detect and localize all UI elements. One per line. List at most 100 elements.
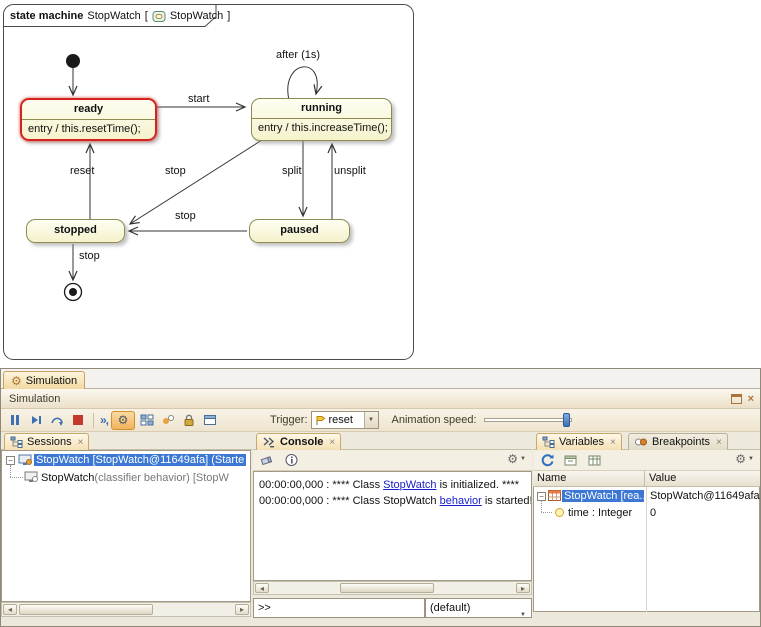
toolbar-overflow-chevrons[interactable]: »,: [100, 413, 108, 427]
console-settings-button[interactable]: ⚙▼: [507, 452, 526, 466]
label-reset[interactable]: reset: [70, 165, 94, 177]
variables-row-object[interactable]: StopWatch [rea...: [562, 490, 644, 502]
tab-breakpoints[interactable]: Breakpoints ×: [628, 433, 728, 450]
state-paused[interactable]: paused: [249, 219, 350, 243]
tab-breakpoints-close-icon[interactable]: ×: [716, 437, 722, 448]
tab-variables-close-icon[interactable]: ×: [610, 437, 616, 448]
scroll-left-button[interactable]: ◂: [255, 583, 269, 593]
object-icon: [548, 490, 561, 502]
initial-pseudostate[interactable]: [66, 54, 80, 68]
variables-row-time-name[interactable]: time : Integer: [568, 507, 632, 519]
column-separator[interactable]: [646, 487, 647, 612]
state-running[interactable]: running entry / this.increaseTime();: [251, 98, 392, 141]
sessions-tree: − StopWatch [StopWatch@11649afa] (Starte…: [1, 450, 251, 602]
trigger-combobox[interactable]: reset ▼: [311, 411, 379, 429]
export-icon[interactable]: [562, 451, 580, 469]
tab-variables[interactable]: Variables ×: [536, 433, 622, 450]
label-stop-paused[interactable]: stop: [175, 210, 196, 222]
clear-console-icon[interactable]: [258, 451, 276, 469]
scroll-right-button[interactable]: ▸: [516, 583, 530, 593]
session-child-row[interactable]: StopWatch(classifier behavior) [StopW: [41, 472, 249, 484]
console-line2-link[interactable]: behavior: [440, 495, 482, 507]
simulation-gear-icon: ⚙: [11, 374, 22, 388]
tab-simulation[interactable]: ⚙ Simulation: [3, 371, 85, 389]
variables-tree-icon: [542, 436, 555, 448]
label-after[interactable]: after (1s): [276, 49, 320, 61]
state-stopped[interactable]: stopped: [26, 219, 125, 243]
lock-icon[interactable]: [180, 411, 198, 429]
animation-dots-icon[interactable]: [159, 411, 177, 429]
console-mode-value: (default): [430, 602, 470, 614]
tab-sessions[interactable]: Sessions ×: [4, 433, 89, 450]
console-line1-link[interactable]: StopWatch: [383, 479, 436, 491]
label-stop-running[interactable]: stop: [165, 165, 186, 177]
simulation-panel-header: Simulation ×: [1, 389, 760, 409]
console-line: 00:00:00,000 : **** Class StopWatch beha…: [259, 493, 526, 509]
tab-sessions-close-icon[interactable]: ×: [78, 437, 84, 448]
tree-collapse-toggle[interactable]: −: [6, 456, 15, 465]
frame-keyword: state machine: [10, 10, 83, 22]
tab-variables-label: Variables: [559, 436, 604, 448]
final-state-inner: [69, 288, 77, 296]
label-start[interactable]: start: [188, 93, 209, 105]
console-line: 00:00:00,000 : **** Class StopWatch is i…: [259, 477, 526, 493]
animation-speed-slider[interactable]: [484, 412, 572, 428]
variables-row-object-name[interactable]: StopWatch [rea...: [562, 490, 644, 502]
console-line1-pre: 00:00:00,000 : **** Class: [259, 479, 383, 491]
float-window-icon[interactable]: [731, 394, 742, 404]
scroll-right-button[interactable]: ▸: [235, 604, 249, 615]
variables-row-time-value[interactable]: 0: [650, 507, 656, 519]
state-running-name: running: [252, 99, 391, 118]
close-icon[interactable]: ×: [748, 393, 754, 405]
columns-icon[interactable]: [586, 451, 604, 469]
console-output: 00:00:00,000 : **** Class StopWatch is i…: [253, 471, 532, 581]
sessions-panel: Sessions × − StopWatch [StopWatch@11649a…: [1, 432, 252, 620]
simulation-config-button[interactable]: ⚙: [111, 411, 135, 430]
state-ready[interactable]: ready entry / this.resetTime();: [20, 98, 157, 141]
column-header-name[interactable]: Name: [533, 471, 645, 487]
tab-console-close-icon[interactable]: ×: [329, 437, 335, 448]
step-over-button[interactable]: [48, 411, 66, 429]
variables-collapse-toggle[interactable]: −: [537, 492, 546, 501]
signal-reset-icon: [315, 415, 326, 426]
variables-row-object-value[interactable]: StopWatch@11649afa: [650, 490, 760, 502]
console-tabbar: Console ×: [253, 432, 532, 450]
state-machine-diagram-icon: [152, 10, 166, 23]
session-root-row[interactable]: StopWatch [StopWatch@11649afa] (Starte: [34, 454, 246, 466]
variables-settings-button[interactable]: ⚙▼: [735, 452, 754, 466]
state-stopped-name: stopped: [54, 224, 97, 236]
label-unsplit[interactable]: unsplit: [334, 165, 366, 177]
sessions-tabbar: Sessions ×: [1, 432, 252, 450]
info-icon[interactable]: [282, 451, 300, 469]
scroll-thumb[interactable]: [19, 604, 153, 615]
trigger-dropdown-arrow[interactable]: ▼: [368, 417, 374, 423]
console-input[interactable]: >>: [253, 598, 425, 618]
terminate-button[interactable]: [69, 411, 87, 429]
trigger-label: Trigger:: [270, 414, 308, 426]
scroll-left-button[interactable]: ◂: [3, 604, 17, 615]
state-machine-diagram: state machine StopWatch [ StopWatch ] re…: [0, 0, 420, 368]
step-into-button[interactable]: [27, 411, 45, 429]
simulation-toolbar: », ⚙ Trigger: reset ▼ Animation spe: [1, 409, 760, 432]
toolbar-separator: [93, 413, 94, 428]
slider-handle[interactable]: [563, 413, 570, 427]
diagram-edges: [0, 0, 420, 368]
label-stop-final[interactable]: stop: [79, 250, 100, 262]
sessions-tree-icon: [10, 436, 23, 448]
layout-grid-icon[interactable]: [138, 411, 156, 429]
console-mode-combobox[interactable]: (default) ▼: [425, 598, 532, 618]
refresh-icon[interactable]: [538, 451, 556, 469]
console-hscrollbar[interactable]: ◂ ▸: [253, 581, 532, 595]
diagram-frame-title: state machine StopWatch [ StopWatch ]: [10, 8, 230, 24]
scroll-thumb[interactable]: [340, 583, 434, 593]
sessions-hscrollbar[interactable]: ◂ ▸: [1, 602, 251, 617]
pause-button[interactable]: [6, 411, 24, 429]
open-diagram-icon[interactable]: [201, 411, 219, 429]
column-header-value[interactable]: Value: [645, 471, 760, 487]
console-mode-dropdown-arrow[interactable]: ▼: [520, 606, 526, 624]
session-icon: [18, 454, 33, 467]
label-split[interactable]: split: [282, 165, 302, 177]
session-root-label[interactable]: StopWatch [StopWatch@11649afa] (Starte: [34, 454, 246, 466]
tab-console[interactable]: Console ×: [256, 433, 341, 450]
console-prompt: >>: [258, 602, 271, 614]
